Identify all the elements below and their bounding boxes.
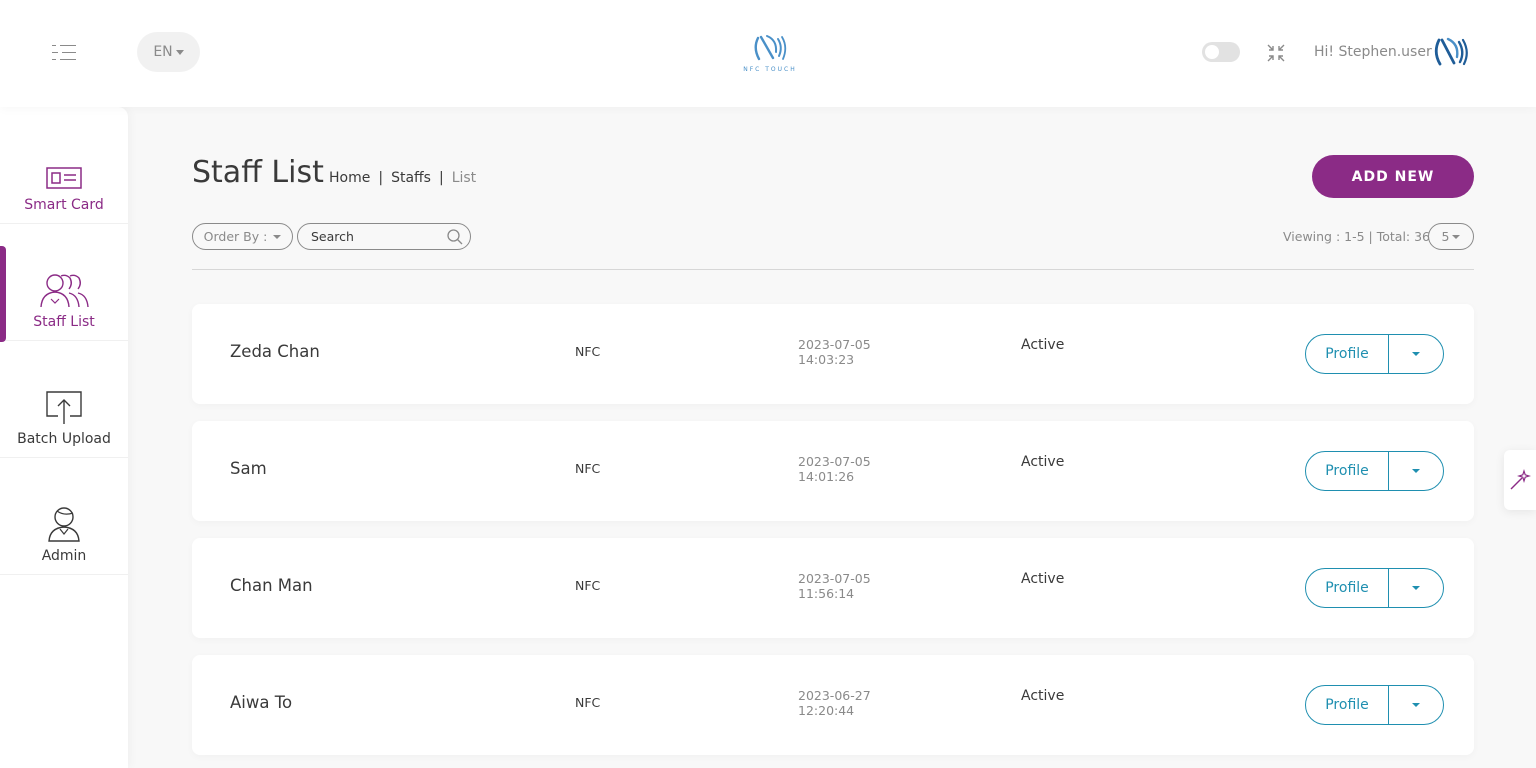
id-card-icon — [46, 151, 82, 191]
nfc-touch-logo: NFC TOUCH — [740, 32, 800, 74]
chevron-down-icon — [1412, 352, 1420, 356]
sidebar-item-label: Smart Card — [24, 197, 104, 213]
staff-status: Active — [1021, 688, 1065, 704]
sidebar-item-staff-list[interactable]: Staff List — [0, 224, 128, 341]
row-actions-dropdown[interactable] — [1389, 686, 1443, 724]
page-title: Staff List — [192, 155, 324, 190]
add-new-button[interactable]: ADD NEW — [1312, 155, 1474, 198]
pagination-summary: Viewing : 1-5 | Total: 36 — [1283, 229, 1431, 244]
staff-name: Aiwa To — [230, 693, 293, 712]
staff-time: 14:03:23 — [798, 352, 855, 367]
profile-button[interactable]: Profile — [1306, 452, 1389, 490]
staff-card-type: NFC — [575, 578, 601, 593]
order-by-label: Order By : — [203, 229, 268, 244]
staff-date: 2023-07-05 — [798, 337, 871, 352]
divider — [192, 269, 1474, 270]
user-avatar-icon[interactable] — [1432, 36, 1468, 68]
active-indicator — [0, 246, 6, 342]
profile-button-group: Profile — [1305, 685, 1444, 725]
staff-card-type: NFC — [575, 344, 601, 359]
language-dropdown[interactable]: EN — [137, 32, 200, 72]
sidebar: Smart Card Staff List Batch Upload Admin — [0, 107, 128, 768]
staff-status: Active — [1021, 337, 1065, 353]
search-box — [297, 223, 471, 250]
staff-created-at: 2023-07-05 14:03:23 — [798, 337, 871, 367]
sidebar-item-label: Staff List — [33, 314, 95, 330]
chevron-down-icon — [1412, 586, 1420, 590]
customizer-tab[interactable] — [1504, 450, 1536, 510]
breadcrumb-staffs[interactable]: Staffs — [391, 170, 431, 186]
row-actions-dropdown[interactable] — [1389, 335, 1443, 373]
top-bar: EN NFC TOUCH Hi! Stephen.user — [0, 0, 1536, 107]
chevron-down-icon — [1412, 703, 1420, 707]
row-actions-dropdown[interactable] — [1389, 569, 1443, 607]
profile-button-group: Profile — [1305, 451, 1444, 491]
page-size-value: 5 — [1441, 229, 1450, 244]
search-input[interactable] — [311, 228, 441, 245]
table-row: Sam NFC 2023-07-05 14:01:26 Active Profil… — [192, 421, 1474, 521]
sidebar-item-label: Admin — [41, 548, 87, 564]
sidebar-item-admin[interactable]: Admin — [0, 458, 128, 575]
staff-name: Sam — [230, 459, 267, 478]
staff-status: Active — [1021, 454, 1065, 470]
profile-button[interactable]: Profile — [1306, 569, 1389, 607]
table-row: Zeda Chan NFC 2023-07-05 14:03:23 Active … — [192, 304, 1474, 404]
language-label: EN — [153, 44, 173, 60]
page-size-dropdown[interactable]: 5 — [1428, 223, 1474, 250]
magic-wand-icon — [1510, 469, 1531, 490]
chevron-down-icon — [273, 234, 282, 239]
breadcrumb-separator: | — [378, 170, 384, 186]
table-row: Aiwa To NFC 2023-06-27 12:20:44 Active Pr… — [192, 655, 1474, 755]
breadcrumb-home[interactable]: Home — [329, 170, 370, 186]
staff-created-at: 2023-06-27 12:20:44 — [798, 688, 871, 718]
sidebar-item-label: Batch Upload — [17, 431, 111, 447]
row-actions-dropdown[interactable] — [1389, 452, 1443, 490]
menu-toggle-icon[interactable] — [52, 44, 78, 62]
staff-status: Active — [1021, 571, 1065, 587]
breadcrumb: Home | Staffs | List — [329, 170, 476, 186]
theme-toggle[interactable] — [1202, 42, 1240, 62]
table-row: Chan Man NFC 2023-07-05 11:56:14 Active P… — [192, 538, 1474, 638]
search-icon[interactable] — [446, 228, 464, 246]
user-greeting[interactable]: Hi! Stephen.user — [1314, 44, 1432, 60]
chevron-down-icon — [175, 49, 184, 55]
admin-user-icon — [47, 502, 81, 542]
order-by-dropdown[interactable]: Order By : — [192, 223, 293, 250]
breadcrumb-separator: | — [438, 170, 444, 186]
staff-date: 2023-07-05 — [798, 454, 871, 469]
profile-button[interactable]: Profile — [1306, 686, 1389, 724]
profile-button-group: Profile — [1305, 334, 1444, 374]
staff-created-at: 2023-07-05 14:01:26 — [798, 454, 871, 484]
chevron-down-icon — [1412, 469, 1420, 473]
staff-name: Zeda Chan — [230, 342, 320, 361]
sidebar-item-batch-upload[interactable]: Batch Upload — [0, 341, 128, 458]
staff-date: 2023-07-05 — [798, 571, 871, 586]
sidebar-item-smart-card[interactable]: Smart Card — [0, 107, 128, 224]
breadcrumb-current: List — [451, 170, 477, 186]
logo-text: NFC TOUCH — [743, 66, 797, 73]
staff-time: 11:56:14 — [798, 586, 855, 601]
staff-time: 12:20:44 — [798, 703, 855, 718]
staff-group-icon — [39, 268, 89, 308]
staff-date: 2023-06-27 — [798, 688, 871, 703]
nfc-logo-icon — [754, 35, 787, 61]
staff-created-at: 2023-07-05 11:56:14 — [798, 571, 871, 601]
exit-fullscreen-icon[interactable] — [1266, 43, 1286, 63]
staff-card-type: NFC — [575, 461, 601, 476]
upload-icon — [46, 385, 82, 425]
staff-name: Chan Man — [230, 576, 313, 595]
profile-button[interactable]: Profile — [1306, 335, 1389, 373]
chevron-down-icon — [1452, 234, 1461, 239]
profile-button-group: Profile — [1305, 568, 1444, 608]
staff-time: 14:01:26 — [798, 469, 855, 484]
staff-card-type: NFC — [575, 695, 601, 710]
